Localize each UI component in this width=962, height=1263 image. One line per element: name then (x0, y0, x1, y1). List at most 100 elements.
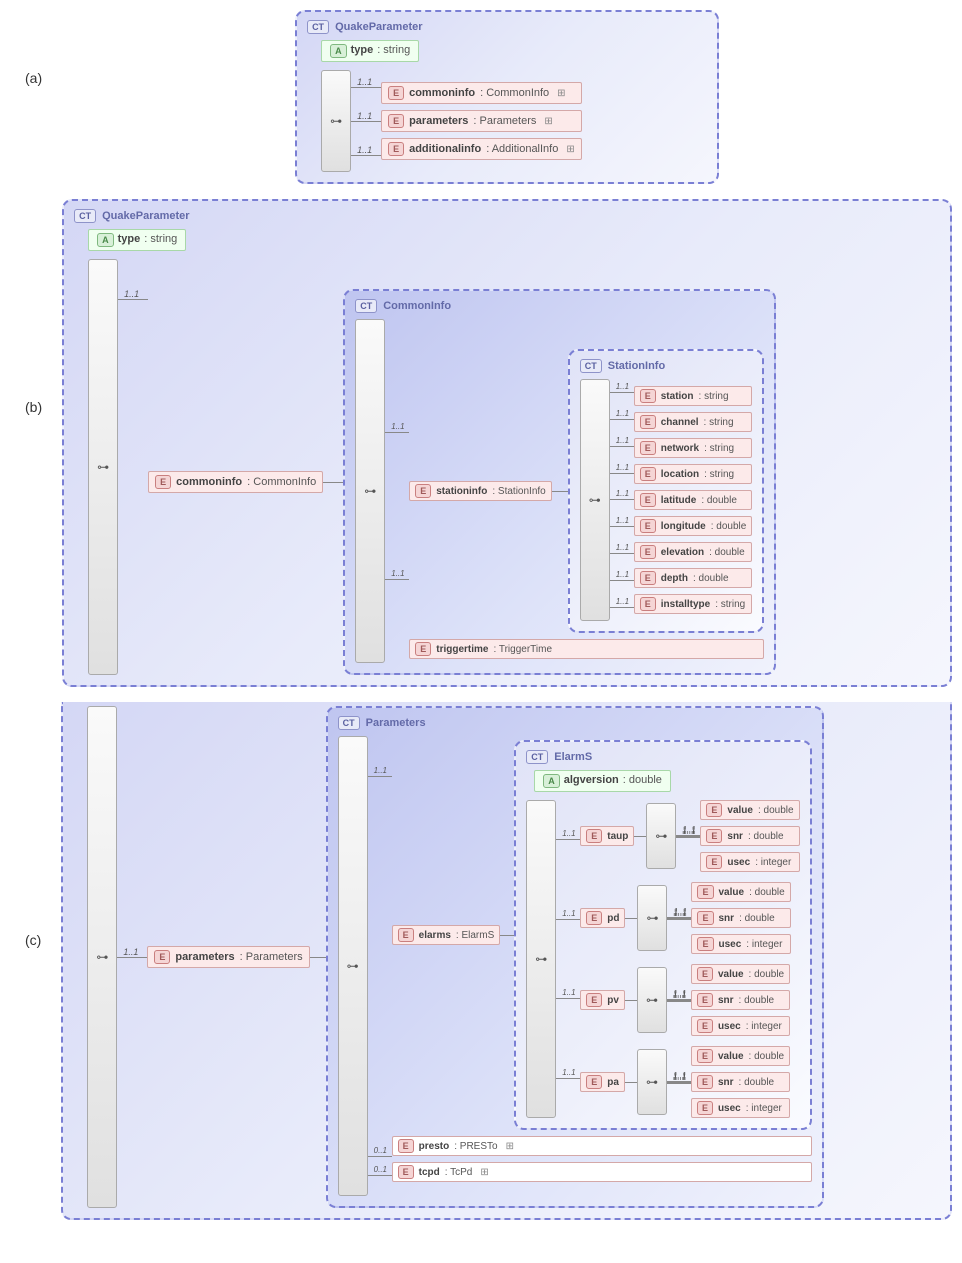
ct-quakeparameter-b: CTQuakeParameter A type : string ⊶ 1..1 … (62, 199, 952, 687)
a-tag-icon: A (543, 774, 560, 788)
attr-name: type (118, 233, 141, 247)
e-tag-icon: E (640, 519, 656, 533)
element-network[interactable]: Enetwork: string (634, 438, 753, 458)
e-tag-icon: E (388, 142, 404, 156)
e-tag-icon: E (415, 642, 431, 656)
panel-b-label: (b) (10, 199, 62, 687)
e-tag-icon: E (640, 493, 656, 507)
cardinality: 1..1 (616, 409, 629, 418)
element-pd[interactable]: Epd (580, 908, 625, 928)
element-parameters[interactable]: Eparameters: Parameters (147, 946, 309, 968)
ct-tag-icon: CT (338, 716, 360, 730)
element-location[interactable]: Elocation: string (634, 464, 753, 484)
expand-icon[interactable]: ⊞ (506, 1141, 514, 1152)
element-usec[interactable]: Eusec: integer (691, 1098, 790, 1118)
cardinality: 1..1 (682, 827, 695, 836)
cardinality: 1..1 (357, 77, 372, 87)
ct-title: StationInfo (608, 360, 665, 372)
sequence-connector-icon: ⊶ (637, 967, 667, 1033)
element-longitude[interactable]: Elongitude: double (634, 516, 753, 536)
element-pv[interactable]: Epv (580, 990, 625, 1010)
ct-parameters: CTParameters ⊶ 1..1 0..1 0..1 Eelarms: E… (326, 706, 824, 1208)
sequence-connector-icon: ⊶ (88, 259, 118, 675)
element-snr[interactable]: Esnr: double (691, 990, 790, 1010)
element-pa[interactable]: Epa (580, 1072, 625, 1092)
expand-icon[interactable]: ⊞ (557, 88, 565, 99)
expand-icon[interactable]: ⊞ (480, 1167, 488, 1178)
element-stationinfo[interactable]: Estationinfo: StationInfo (409, 481, 552, 501)
e-tag-icon: E (155, 475, 171, 489)
sequence-connector-icon: ⊶ (355, 319, 385, 663)
e-tag-icon: E (398, 928, 414, 942)
element-channel[interactable]: Echannel: string (634, 412, 753, 432)
sequence-connector-icon: ⊶ (646, 803, 676, 869)
element-commoninfo[interactable]: Ecommoninfo: CommonInfo (148, 471, 323, 493)
e-tag-icon: E (640, 389, 656, 403)
cardinality: 1..1 (616, 516, 629, 525)
e-tag-icon: E (586, 993, 602, 1007)
element-usec[interactable]: Eusec: integer (691, 934, 790, 954)
cardinality: 1..1 (673, 991, 686, 1000)
element-tcpd[interactable]: Etcpd: TcPd⊞ (392, 1162, 812, 1182)
cardinality: 1..1 (357, 145, 372, 155)
element-value[interactable]: Evalue: double (700, 800, 799, 820)
expand-icon[interactable]: ⊞ (544, 116, 552, 127)
element-usec[interactable]: Eusec: integer (700, 852, 799, 872)
cardinality: 1..1 (124, 289, 139, 299)
element-snr[interactable]: Esnr: double (691, 1072, 790, 1092)
e-tag-icon: E (154, 950, 170, 964)
e-tag-icon: E (388, 86, 404, 100)
element-usec[interactable]: Eusec: integer (691, 1016, 790, 1036)
ct-tag-icon: CT (526, 750, 548, 764)
element-elarms[interactable]: Eelarms: ElarmS (392, 925, 501, 945)
e-tag-icon: E (697, 885, 713, 899)
ct-quakeparameter-c-fragment: ⊶ 1..1 Eparameters: Parameters CTParamet… (61, 702, 952, 1220)
cardinality: 1..1 (616, 463, 629, 472)
cardinality: 1..1 (616, 436, 629, 445)
e-tag-icon: E (640, 415, 656, 429)
element-commoninfo[interactable]: Ecommoninfo: CommonInfo⊞ (381, 82, 582, 104)
cardinality: 1..1 (616, 489, 629, 498)
element-latitude[interactable]: Elatitude: double (634, 490, 753, 510)
e-tag-icon: E (697, 1019, 713, 1033)
element-value[interactable]: Evalue: double (691, 1046, 790, 1066)
e-tag-icon: E (697, 937, 713, 951)
element-value[interactable]: Evalue: double (691, 964, 790, 984)
element-installtype[interactable]: Einstalltype: string (634, 594, 753, 614)
element-parameters[interactable]: Eparameters: Parameters⊞ (381, 110, 582, 132)
e-tag-icon: E (640, 467, 656, 481)
element-additionalinfo[interactable]: Eadditionalinfo: AdditionalInfo⊞ (381, 138, 582, 160)
cardinality: 1..1 (123, 947, 138, 957)
cardinality: 0..1 (374, 1165, 387, 1174)
element-elevation[interactable]: Eelevation: double (634, 542, 753, 562)
attr-name: type (351, 44, 374, 58)
ct-quakeparameter-a: CTQuakeParameter A type : string ⊶ 1..1 … (295, 10, 719, 184)
ct-tag-icon: CT (580, 359, 602, 373)
cardinality: 1..1 (374, 766, 387, 775)
expand-icon[interactable]: ⊞ (566, 144, 574, 155)
ct-tag-icon: CT (307, 20, 329, 34)
sequence-connector-icon: ⊶ (526, 800, 556, 1118)
cardinality: 1..1 (673, 1073, 686, 1082)
e-tag-icon: E (706, 803, 722, 817)
cardinality: 1..1 (562, 829, 575, 838)
element-presto[interactable]: Epresto: PRESTo⊞ (392, 1136, 812, 1156)
element-station[interactable]: Estation: string (634, 386, 753, 406)
element-depth[interactable]: Edepth: double (634, 568, 753, 588)
element-taup[interactable]: Etaup (580, 826, 634, 846)
e-tag-icon: E (697, 967, 713, 981)
sequence-connector-icon: ⊶ (87, 706, 117, 1208)
sequence-connector-icon: ⊶ (321, 70, 351, 172)
e-tag-icon: E (706, 855, 722, 869)
sequence-connector-icon: ⊶ (637, 885, 667, 951)
element-value[interactable]: Evalue: double (691, 882, 790, 902)
sequence-connector-icon: ⊶ (580, 379, 610, 621)
cardinality: 1..1 (616, 570, 629, 579)
sequence-connector-icon: ⊶ (338, 736, 368, 1196)
element-snr[interactable]: Esnr: double (691, 908, 790, 928)
e-tag-icon: E (697, 1049, 713, 1063)
ct-title: QuakeParameter (102, 210, 189, 222)
element-triggertime[interactable]: Etriggertime: TriggerTime (409, 639, 764, 659)
panel-a-label: (a) (10, 10, 62, 184)
element-snr[interactable]: Esnr: double (700, 826, 799, 846)
